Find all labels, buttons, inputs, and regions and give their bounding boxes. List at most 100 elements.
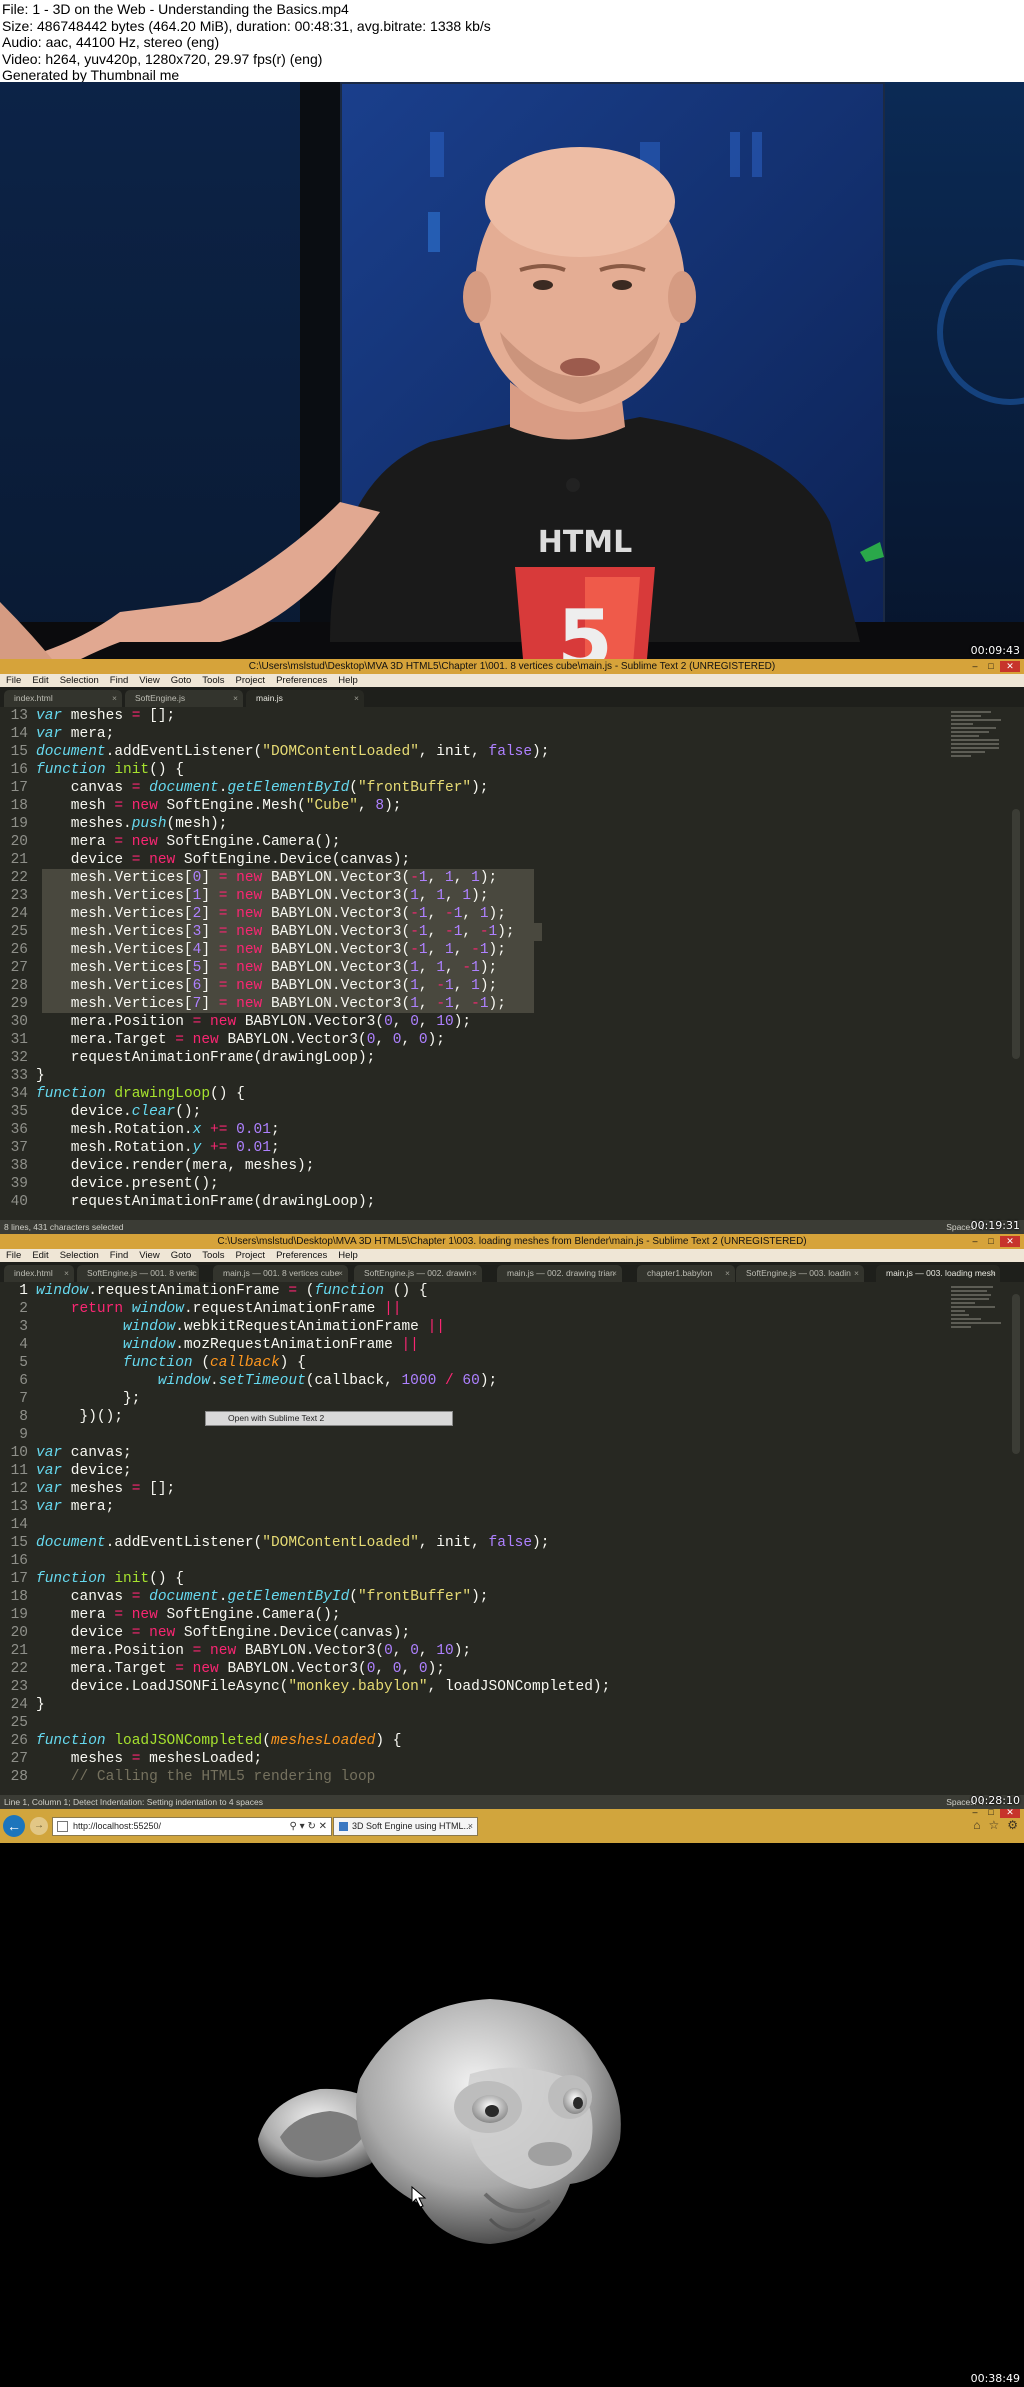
video-timestamp: 00:19:31 — [970, 1219, 1020, 1232]
code-line: 6 window.setTimeout(callback, 1000 / 60)… — [19, 1373, 498, 1389]
code-line: 9 — [19, 1427, 28, 1443]
tab-main-003[interactable]: main.js — 003. loading mesh × — [876, 1265, 1000, 1282]
close-icon[interactable]: × — [854, 1265, 859, 1282]
window-title-bar: C:\Users\mslstud\Desktop\MVA 3D HTML5\Ch… — [0, 659, 1024, 674]
tab-main-001[interactable]: main.js — 001. 8 vertices cube × — [213, 1265, 348, 1282]
menu-find[interactable]: Find — [110, 1249, 128, 1262]
tab-index-html[interactable]: index.html × — [4, 1265, 74, 1282]
menu-help[interactable]: Help — [338, 674, 358, 687]
maximize-icon[interactable]: □ — [984, 661, 998, 672]
menu-file[interactable]: File — [6, 674, 21, 687]
tab-softengine-001[interactable]: SoftEngine.js — 001. 8 vertic × — [77, 1265, 199, 1282]
menu-goto[interactable]: Goto — [171, 1249, 192, 1262]
tab-bar: index.html × SoftEngine.js × main.js × — [0, 687, 1024, 707]
code-line: 16 function init() { — [10, 762, 184, 778]
refresh-icon[interactable]: ↻ — [307, 1821, 315, 1832]
menu-find[interactable]: Find — [110, 674, 128, 687]
svg-text:HTML: HTML — [538, 525, 633, 560]
code-line: 5 function (callback) { — [19, 1355, 306, 1371]
back-arrow-icon[interactable]: ← — [3, 1815, 25, 1837]
window-title: C:\Users\mslstud\Desktop\MVA 3D HTML5\Ch… — [248, 661, 776, 672]
code-line: 24} — [10, 1697, 45, 1713]
maximize-icon[interactable]: □ — [984, 1236, 998, 1247]
code-line: 21 device = new SoftEngine.Device(canvas… — [10, 852, 411, 868]
code-editor[interactable]: 13 var meshes = []; 14 var mera; 15 documen… — [0, 707, 920, 1211]
menu-selection[interactable]: Selection — [60, 1249, 99, 1262]
close-icon[interactable]: × — [338, 1265, 343, 1282]
close-icon[interactable]: × — [612, 1265, 617, 1282]
menu-file[interactable]: File — [6, 1249, 21, 1262]
code-minimap[interactable] — [951, 1286, 1006, 1346]
svg-text:5: 5 — [557, 593, 613, 659]
menu-view[interactable]: View — [139, 674, 159, 687]
code-line: 33} — [10, 1068, 45, 1084]
menu-edit[interactable]: Edit — [32, 674, 48, 687]
code-line: 12 var meshes = []; — [10, 1481, 176, 1497]
address-url[interactable]: http://localhost:55250/ — [73, 1821, 161, 1831]
dropdown-icon[interactable]: ▾ — [300, 1821, 305, 1832]
tab-softengine-002[interactable]: SoftEngine.js — 002. drawin × — [354, 1265, 482, 1282]
menu-preferences[interactable]: Preferences — [276, 1249, 327, 1262]
monkey-3d-render[interactable] — [250, 1979, 700, 2259]
code-minimap[interactable] — [951, 711, 1006, 771]
code-line: 20 device = new SoftEngine.Device(canvas… — [10, 1625, 411, 1641]
menu-help[interactable]: Help — [338, 1249, 358, 1262]
code-line: 29 mesh.Vertices[7] = new BABYLON.Vector… — [0, 995, 920, 1013]
vertical-scrollbar[interactable] — [1012, 809, 1020, 1059]
star-icon[interactable]: ☆ — [988, 1818, 999, 1832]
close-icon[interactable]: ✕ — [1000, 1236, 1020, 1247]
tab-index-html[interactable]: index.html × — [4, 690, 122, 707]
browser-tab-title: 3D Soft Engine using HTML... — [352, 1821, 472, 1831]
close-icon[interactable]: × — [233, 690, 238, 707]
close-icon[interactable]: ✕ — [1000, 661, 1020, 672]
window-title: C:\Users\mslstud\Desktop\MVA 3D HTML5\Ch… — [217, 1236, 807, 1247]
menu-tools[interactable]: Tools — [202, 674, 224, 687]
menu-selection[interactable]: Selection — [60, 674, 99, 687]
minimize-icon[interactable]: – — [968, 661, 982, 672]
search-icon[interactable]: ⚲ — [290, 1821, 297, 1832]
file-size-line: Size: 486748442 bytes (464.20 MiB), dura… — [2, 17, 491, 34]
stop-icon[interactable]: ✕ — [319, 1821, 327, 1832]
code-line: 1 window.requestAnimationFrame = (functio… — [19, 1283, 428, 1299]
minimize-icon[interactable]: – — [968, 1236, 982, 1247]
tab-chapter1-babylon[interactable]: chapter1.babylon × — [637, 1265, 735, 1282]
gear-icon[interactable]: ⚙ — [1007, 1818, 1018, 1832]
code-line: 15 document.addEventListener("DOMContentL… — [10, 744, 550, 760]
maximize-icon[interactable]: □ — [984, 1809, 998, 1818]
menu-tools[interactable]: Tools — [202, 1249, 224, 1262]
code-line: 19 mera = new SoftEngine.Camera(); — [10, 1607, 341, 1623]
menu-preferences[interactable]: Preferences — [276, 674, 327, 687]
tab-softengine-003[interactable]: SoftEngine.js — 003. loadin × — [736, 1265, 864, 1282]
status-selection: 8 lines, 431 characters selected — [4, 1222, 124, 1232]
menu-view[interactable]: View — [139, 1249, 159, 1262]
browser-tab[interactable]: 3D Soft Engine using HTML... × — [333, 1817, 478, 1836]
tab-main-js[interactable]: main.js × — [246, 690, 364, 707]
close-icon[interactable]: × — [725, 1265, 730, 1282]
menu-project[interactable]: Project — [235, 674, 265, 687]
close-icon[interactable]: × — [189, 1265, 194, 1282]
code-line: 39 device.present(); — [10, 1176, 219, 1192]
tab-main-002[interactable]: main.js — 002. drawing trian × — [497, 1265, 622, 1282]
home-icon[interactable]: ⌂ — [973, 1818, 980, 1832]
close-icon[interactable]: × — [354, 690, 359, 707]
menu-goto[interactable]: Goto — [171, 674, 192, 687]
close-icon[interactable]: ✕ — [1000, 1809, 1020, 1818]
close-icon[interactable]: × — [472, 1265, 477, 1282]
code-line: 31 mera.Target = new BABYLON.Vector3(0, … — [10, 1032, 446, 1048]
menu-project[interactable]: Project — [235, 1249, 265, 1262]
close-icon[interactable]: × — [112, 690, 117, 707]
favicon — [339, 1822, 348, 1831]
code-line: 38 device.render(mera, meshes); — [10, 1158, 315, 1174]
code-line: 17 canvas = document.getElementById("fro… — [10, 780, 489, 796]
close-icon[interactable]: × — [990, 1265, 995, 1282]
code-editor[interactable]: 1 window.requestAnimationFrame = (functio… — [0, 1282, 920, 1786]
close-icon[interactable]: × — [468, 1818, 473, 1835]
vertical-scrollbar[interactable] — [1012, 1294, 1020, 1454]
minimize-icon[interactable]: – — [968, 1809, 982, 1818]
address-bar[interactable]: http://localhost:55250/ ⚲ ▾ ↻ ✕ — [52, 1817, 332, 1836]
forward-arrow-icon[interactable]: → — [30, 1817, 48, 1835]
context-menu-item-open-with-sublime[interactable]: Open with Sublime Text 2 — [205, 1411, 453, 1426]
menu-edit[interactable]: Edit — [32, 1249, 48, 1262]
close-icon[interactable]: × — [64, 1265, 69, 1282]
tab-softengine-js[interactable]: SoftEngine.js × — [125, 690, 243, 707]
